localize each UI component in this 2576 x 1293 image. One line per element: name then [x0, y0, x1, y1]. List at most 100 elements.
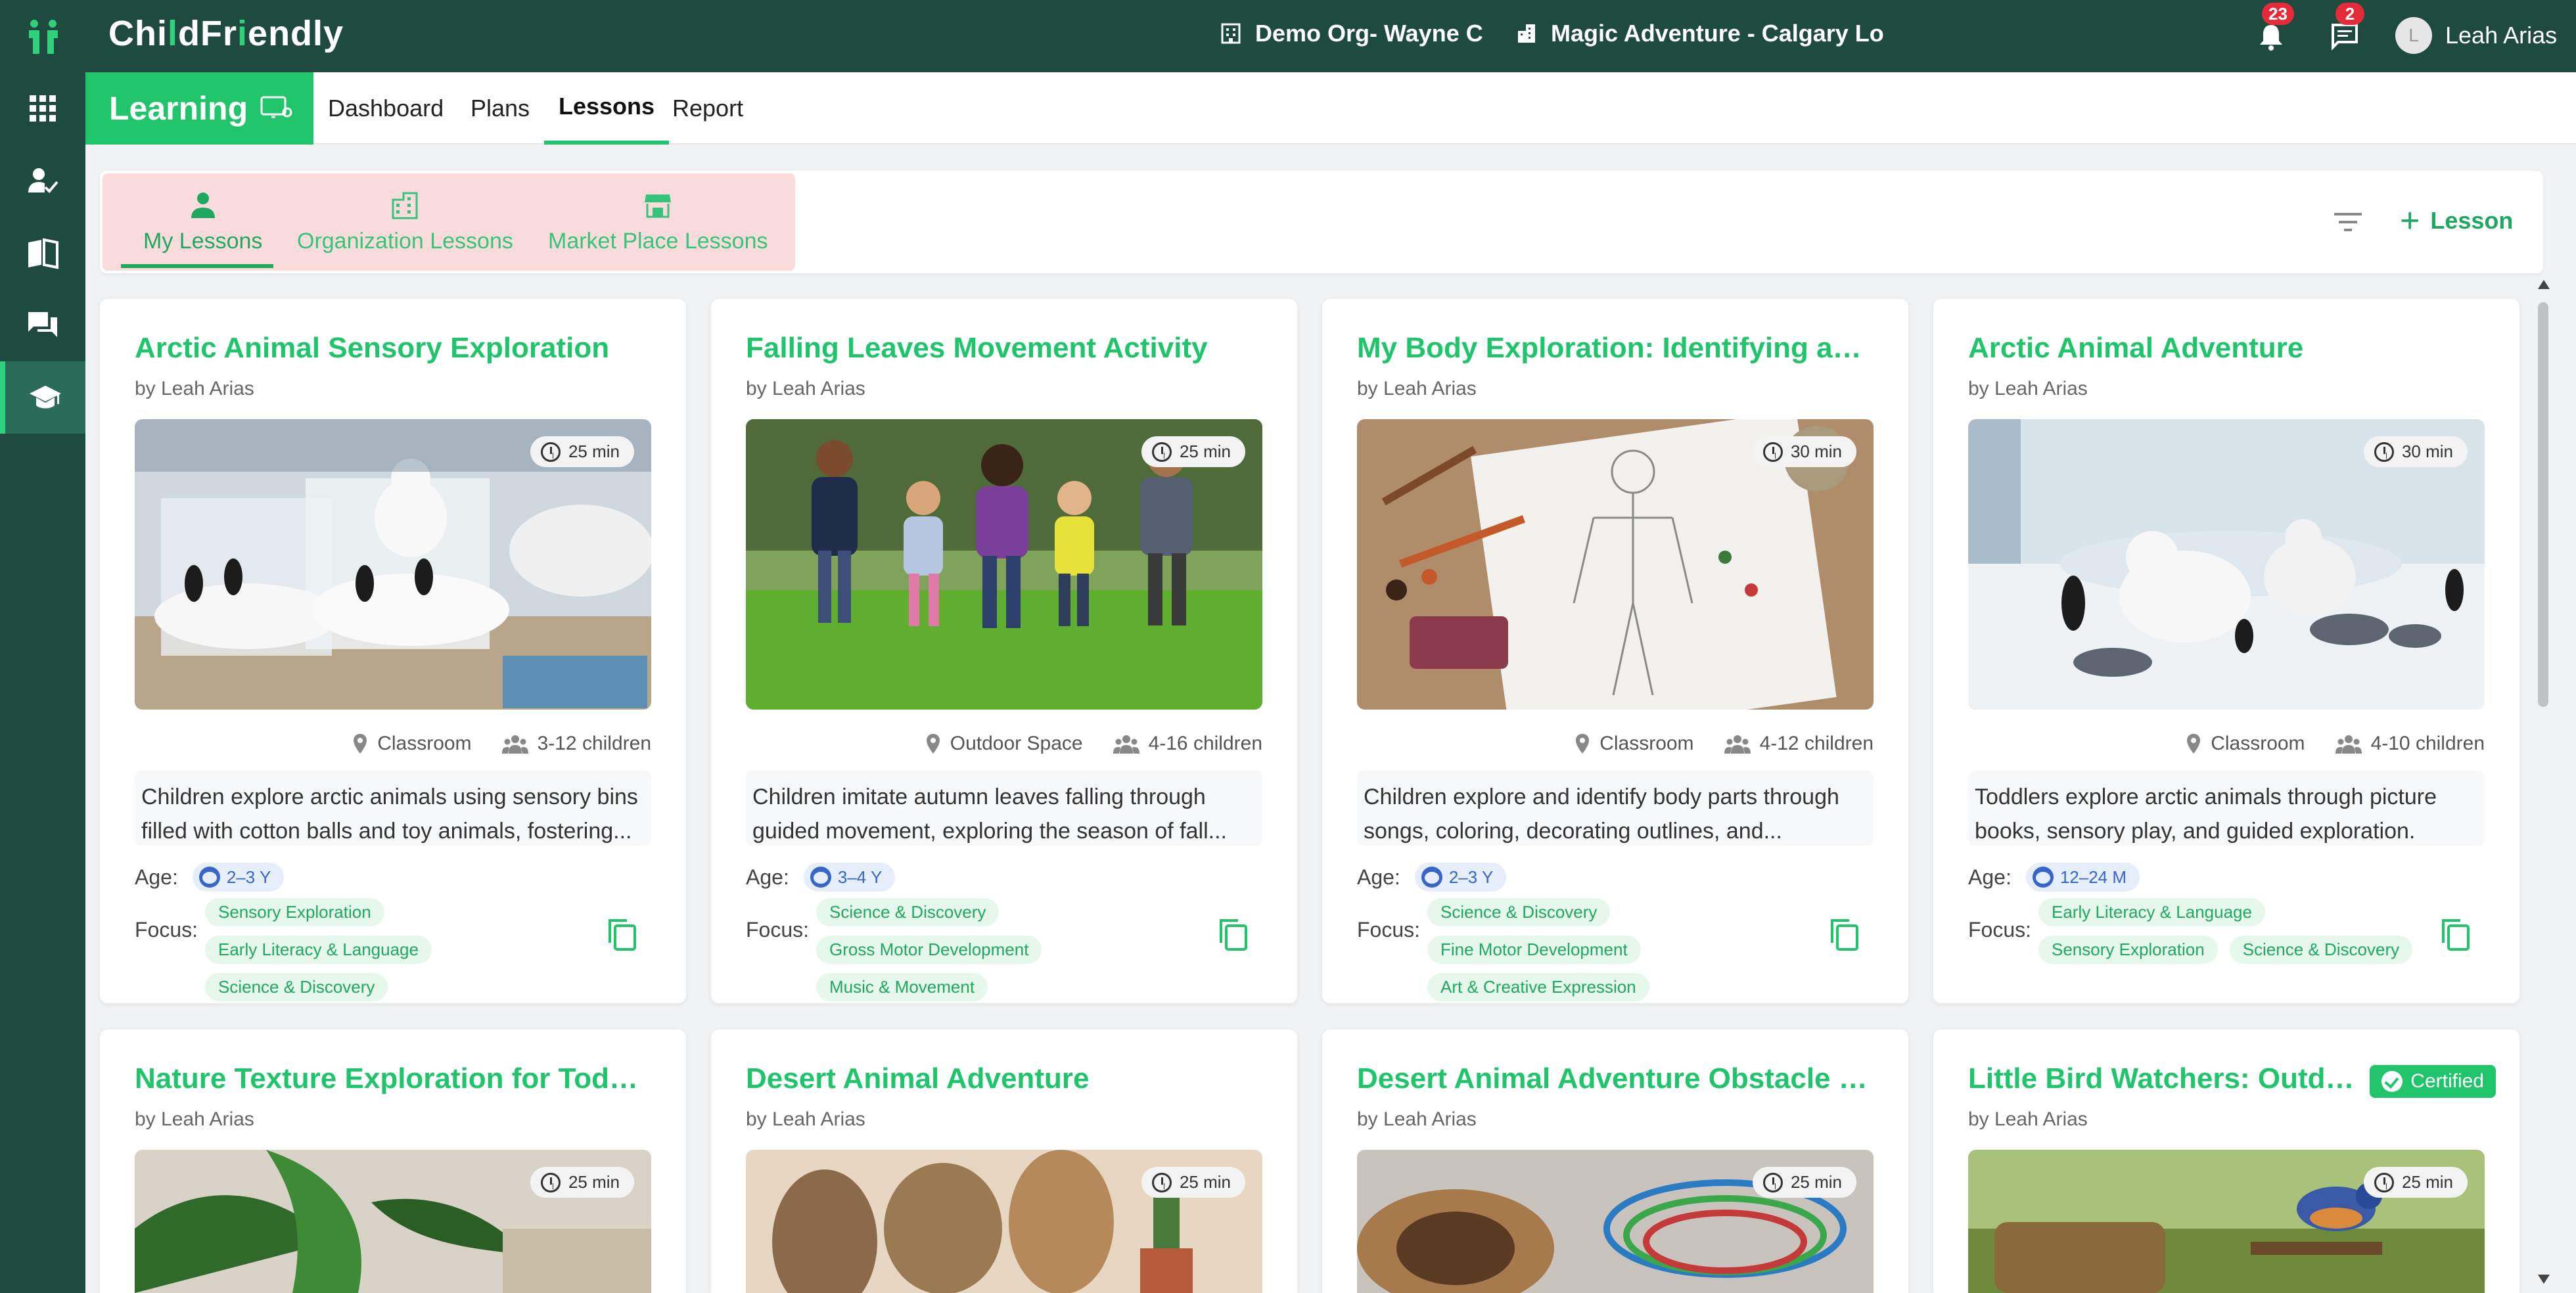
group-size: 4-12 children [1724, 733, 1874, 755]
rail-item-messages[interactable] [0, 289, 85, 361]
lesson-author: by Leah Arias [1968, 378, 2088, 399]
scroll-up-arrow-icon[interactable] [2538, 280, 2550, 289]
lesson-card[interactable]: Nature Texture Exploration for Toddl... … [100, 1030, 686, 1293]
tab-organization-lessons[interactable]: Organization Lessons [297, 191, 513, 254]
lesson-card[interactable]: Desert Animal Adventure by Leah Arias 25… [711, 1030, 1297, 1293]
rail-item-attendance[interactable] [0, 145, 85, 217]
section-title[interactable]: Learning [85, 72, 313, 145]
clock-icon [1151, 442, 1172, 462]
lesson-image[interactable]: 25 min [1357, 1150, 1874, 1293]
clock-icon [540, 1172, 561, 1192]
messages-button[interactable]: 2 [2329, 3, 2364, 53]
logo-mark-icon[interactable] [26, 18, 60, 55]
focus-tags: Science & Discovery Gross Motor Developm… [816, 898, 1210, 1001]
lesson-card[interactable]: My Body Exploration: Identifying and ...… [1322, 299, 1908, 1003]
site-selector[interactable]: Magic Adventure - Calgary Lo [1517, 20, 1884, 47]
duration-text: 30 min [1790, 442, 1842, 461]
lesson-title[interactable]: Arctic Animal Adventure [1968, 332, 2485, 365]
lesson-title[interactable]: Little Bird Watchers: Outdo... [1968, 1062, 2356, 1095]
child-face-icon [810, 867, 831, 888]
graduation-cap-icon [30, 386, 61, 409]
scroll-thumb[interactable] [2538, 302, 2548, 707]
duration-badge: 25 min [2363, 1167, 2468, 1198]
child-face-icon [2032, 867, 2054, 888]
focus-tag: Science & Discovery [1427, 898, 1611, 926]
duration-badge: 25 min [1752, 1167, 1856, 1198]
location-pin-icon [1576, 734, 1590, 754]
children-count: 3-12 children [537, 733, 651, 754]
location: Outdoor Space [925, 733, 1083, 755]
focus-tag: Art & Creative Expression [1427, 973, 1649, 1001]
age-row: Age: 3–4 Y [746, 863, 896, 892]
lesson-image[interactable]: 25 min [135, 419, 651, 710]
building-icon [1221, 23, 1241, 44]
scroll-down-arrow-icon[interactable] [2538, 1275, 2550, 1284]
lesson-card[interactable]: Little Bird Watchers: Outdo... Certified… [1933, 1030, 2519, 1293]
age-value: 2–3 Y [226, 867, 271, 887]
duration-badge: 30 min [1752, 436, 1856, 467]
lesson-image[interactable]: 25 min [746, 1150, 1262, 1293]
page-scrollbar[interactable] [2534, 276, 2552, 1293]
lesson-card[interactable]: Arctic Animal Sensory Exploration by Lea… [100, 299, 686, 1003]
lesson-card[interactable]: Desert Animal Adventure Obstacle C... by… [1322, 1030, 1908, 1293]
copy-icon[interactable] [1217, 917, 1249, 952]
focus-tag: Science & Discovery [2229, 936, 2413, 964]
rail-item-learning[interactable] [0, 361, 85, 434]
tab-my-lessons[interactable]: My Lessons [143, 191, 262, 254]
certified-badge: Certified [2370, 1065, 2496, 1098]
add-lesson-button[interactable]: + Lesson [2400, 204, 2513, 238]
building-icon [392, 192, 418, 219]
age-label: Age: [1357, 865, 1400, 889]
notifications-button[interactable]: 23 [2255, 3, 2294, 53]
location: Classroom [2186, 733, 2305, 755]
age-value: 2–3 Y [1448, 867, 1494, 887]
rail-item-apps[interactable] [0, 72, 85, 145]
nav-link-plans[interactable]: Plans [471, 72, 530, 145]
lesson-filter-bar: My Lessons Organization Lessons Market P… [100, 171, 2543, 273]
lesson-card[interactable]: Falling Leaves Movement Activity by Leah… [711, 299, 1297, 1003]
age-row: Age: 2–3 Y [1357, 863, 1507, 892]
nav-link-dashboard[interactable]: Dashboard [328, 72, 444, 145]
duration-badge: 25 min [1141, 1167, 1245, 1198]
copy-icon[interactable] [2439, 917, 2471, 952]
lesson-description: Children imitate autumn leaves falling t… [746, 771, 1262, 846]
group-icon [501, 735, 528, 754]
brand-name[interactable]: ChildFriendly [108, 13, 344, 54]
person-check-icon [28, 168, 58, 193]
nav-link-lessons[interactable]: Lessons [544, 72, 670, 145]
lesson-author: by Leah Arias [746, 1108, 865, 1130]
user-menu[interactable]: L Leah Arias [2395, 17, 2557, 54]
filter-icon[interactable] [2333, 209, 2363, 235]
lesson-image[interactable]: 30 min [1968, 419, 2485, 710]
duration-badge: 30 min [2363, 436, 2468, 467]
add-lesson-label: Lesson [2430, 207, 2514, 234]
child-face-icon [198, 867, 220, 888]
lesson-title[interactable]: My Body Exploration: Identifying and ... [1357, 332, 1874, 365]
lesson-image[interactable]: 25 min [746, 419, 1262, 710]
avatar: L [2395, 17, 2432, 54]
lesson-title[interactable]: Nature Texture Exploration for Toddl... [135, 1062, 651, 1095]
rail-item-curriculum[interactable] [0, 217, 85, 289]
tab-market-place-lessons[interactable]: Market Place Lessons [548, 191, 768, 254]
nav-link-report[interactable]: Report [672, 72, 743, 145]
lesson-title[interactable]: Desert Animal Adventure [746, 1062, 1262, 1095]
verified-seal-icon [2381, 1071, 2403, 1092]
lesson-title[interactable]: Desert Animal Adventure Obstacle C... [1357, 1062, 1874, 1095]
copy-icon[interactable] [606, 917, 637, 952]
lesson-image[interactable]: 25 min [135, 1150, 651, 1293]
lesson-card[interactable]: Arctic Animal Adventure by Leah Arias 30… [1933, 299, 2519, 1003]
clock-icon [1762, 442, 1783, 462]
lesson-title[interactable]: Arctic Animal Sensory Exploration [135, 332, 651, 365]
age-chip: 12–24 M [2025, 863, 2140, 892]
children-count: 4-10 children [2370, 733, 2485, 754]
duration-badge: 25 min [1141, 436, 1245, 467]
duration-badge: 25 min [530, 436, 634, 467]
left-rail [0, 72, 85, 1293]
focus-tag: Gross Motor Development [816, 936, 1042, 964]
age-row: Age: 12–24 M [1968, 863, 2140, 892]
lesson-title[interactable]: Falling Leaves Movement Activity [746, 332, 1262, 365]
lesson-image[interactable]: 25 min [1968, 1150, 2485, 1293]
lesson-image[interactable]: 30 min [1357, 419, 1874, 710]
org-selector[interactable]: Demo Org- Wayne C [1221, 20, 1483, 47]
copy-icon[interactable] [1828, 917, 1860, 952]
